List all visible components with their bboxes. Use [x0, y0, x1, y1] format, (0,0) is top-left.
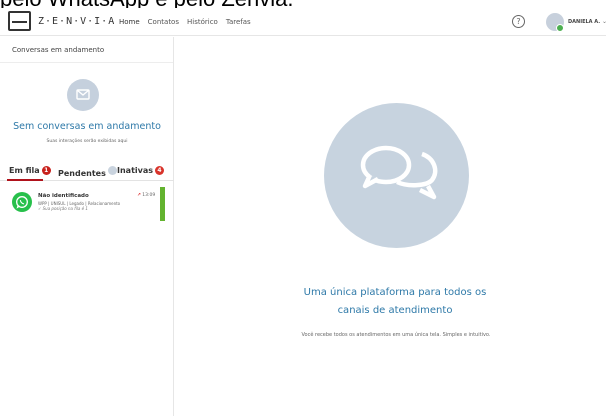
help-icon[interactable]: ? [512, 15, 525, 28]
time-text: 13:09 [142, 193, 156, 198]
tab-em-fila[interactable]: Em fila 1 [9, 166, 51, 175]
tab-label: Em fila [9, 166, 40, 175]
sidebar-title: Conversas em andamento [0, 37, 173, 63]
conversations-sidebar: Conversas em andamento Sem conversas em … [0, 37, 174, 416]
nav-contatos[interactable]: Contatos [148, 18, 179, 26]
envelope-icon [67, 79, 99, 111]
count-badge: 4 [155, 166, 165, 175]
tab-pendentes[interactable]: Pendentes [58, 166, 117, 178]
hero-title: Uma única plataforma para todos os canai… [270, 284, 520, 320]
conversation-item[interactable]: Não identificado WPP | UNISUL | Legado |… [7, 187, 165, 221]
tab-inativas[interactable]: Inativas 4 [117, 166, 165, 175]
top-navigation-bar: Z·E·N·V·I·A Home Contatos Histórico Tare… [0, 8, 606, 36]
contact-name: Não identificado [38, 193, 89, 199]
user-name[interactable]: DANIELA A. [568, 19, 600, 25]
tab-label: Inativas [117, 166, 154, 175]
chevron-down-icon[interactable]: ⌄ [602, 18, 606, 25]
tab-label: Pendentes [58, 169, 106, 178]
count-badge: 1 [41, 166, 51, 175]
queue-position: ✓ Sua posição na fila é 1 [38, 206, 88, 211]
user-avatar[interactable] [546, 13, 564, 32]
hero-subtitle: Você recebe todos os atendimentos em uma… [301, 332, 491, 338]
status-bar [160, 187, 165, 221]
queue-tabs: Em fila 1 Pendentes Inativas 4 [0, 162, 174, 181]
chat-bubbles-icon [324, 103, 469, 248]
hero-title-line-2: canais de atendimento [337, 305, 453, 316]
active-tab-indicator [7, 179, 43, 181]
empty-state-subtitle: Suas interações serão exibidas aqui [46, 139, 128, 144]
zenvia-logo[interactable] [8, 11, 31, 31]
empty-state-title: Sem conversas em andamento [13, 121, 161, 132]
nav-historico[interactable]: Histórico [187, 18, 218, 26]
brand-name: Z·E·N·V·I·A [38, 16, 116, 27]
main-nav: Home Contatos Histórico Tarefas [119, 18, 251, 26]
hero-title-line-1: Uma única plataforma para todos os [303, 287, 487, 298]
nav-tarefas[interactable]: Tarefas [226, 18, 251, 26]
nav-home[interactable]: Home [119, 18, 140, 26]
conversation-time: ↗ 13:09 [137, 193, 155, 198]
queue-position-text: Sua posição na fila é 1 [42, 206, 88, 211]
whatsapp-icon [12, 192, 32, 212]
arrow-up-right-icon: ↗ [137, 193, 141, 198]
count-badge [107, 166, 117, 175]
